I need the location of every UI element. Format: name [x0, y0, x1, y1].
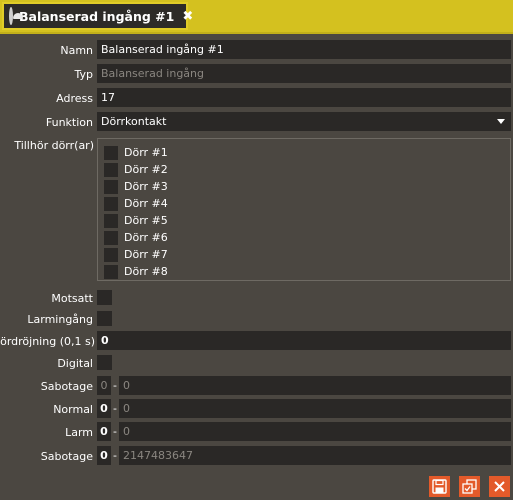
- door-checkbox[interactable]: [104, 264, 118, 279]
- funktion-label: Funktion: [45, 116, 93, 129]
- namn-label: Namn: [60, 44, 93, 57]
- eye-icon: [9, 7, 23, 25]
- door-label: Dörr #4: [124, 197, 168, 210]
- door-label: Dörr #3: [124, 180, 168, 193]
- door-item[interactable]: Dörr #2: [104, 162, 168, 177]
- door-label: Dörr #7: [124, 248, 168, 261]
- fordrojning-label: Fördröjning (0,1 s): [0, 335, 95, 348]
- larmingang-checkbox[interactable]: [97, 311, 112, 326]
- close-icon: [494, 481, 505, 492]
- door-label: Dörr #2: [124, 163, 168, 176]
- range-to-field[interactable]: 0: [119, 376, 511, 395]
- adress-field[interactable]: 17: [97, 88, 511, 107]
- range-from-field[interactable]: 0: [97, 422, 111, 441]
- tab-bar-underline: [0, 32, 513, 34]
- door-label: Dörr #5: [124, 214, 168, 227]
- range-label-normal: Normal: [53, 403, 93, 416]
- door-checkbox[interactable]: [104, 213, 118, 228]
- save-button[interactable]: [429, 476, 450, 497]
- typ-label: Typ: [74, 68, 94, 81]
- tab-title: Balanserad ingång #1: [19, 8, 175, 24]
- copy-icon: [462, 479, 477, 494]
- digital-checkbox[interactable]: [97, 355, 112, 370]
- larmingang-label: Larmingång: [27, 313, 93, 326]
- door-checkbox[interactable]: [104, 145, 118, 160]
- range-from-field[interactable]: 0: [97, 376, 111, 395]
- door-checkbox[interactable]: [104, 162, 118, 177]
- door-checkbox[interactable]: [104, 196, 118, 211]
- range-from-field[interactable]: 0: [97, 399, 111, 418]
- digital-label: Digital: [57, 357, 93, 370]
- copy-button[interactable]: [459, 476, 480, 497]
- chevron-down-icon[interactable]: [497, 119, 505, 124]
- tillhor-label: Tillhör dörr(ar): [14, 139, 94, 152]
- motsatt-checkbox[interactable]: [97, 290, 112, 305]
- door-item[interactable]: Dörr #1: [104, 145, 168, 160]
- typ-field: Balanserad ingång: [97, 64, 511, 83]
- range-to-field[interactable]: 2147483647: [119, 446, 511, 465]
- door-item[interactable]: Dörr #3: [104, 179, 168, 194]
- door-label: Dörr #8: [124, 265, 168, 278]
- door-item[interactable]: Dörr #7: [104, 247, 168, 262]
- range-dash: -: [113, 449, 117, 462]
- funktion-select[interactable]: Dörrkontakt: [97, 112, 511, 131]
- range-label-larm: Larm: [65, 426, 93, 439]
- range-dash: -: [113, 379, 117, 392]
- namn-field[interactable]: Balanserad ingång #1: [97, 40, 511, 59]
- tab-balanced-input[interactable]: Balanserad ingång #1 ✖: [2, 2, 193, 30]
- range-from-field[interactable]: 0: [97, 446, 111, 465]
- close-button[interactable]: [489, 476, 510, 497]
- funktion-value: Dörrkontakt: [101, 115, 167, 128]
- door-label: Dörr #6: [124, 231, 168, 244]
- tab-close-icon[interactable]: ✖: [182, 9, 193, 24]
- fordrojning-field[interactable]: 0: [97, 331, 511, 350]
- range-dash: -: [113, 425, 117, 438]
- door-label: Dörr #1: [124, 146, 168, 159]
- door-checkbox[interactable]: [104, 230, 118, 245]
- motsatt-label: Motsatt: [51, 292, 93, 305]
- door-item[interactable]: Dörr #4: [104, 196, 168, 211]
- range-to-field[interactable]: 0: [119, 422, 511, 441]
- door-checkbox[interactable]: [104, 179, 118, 194]
- door-item[interactable]: Dörr #8: [104, 264, 168, 279]
- range-to-field[interactable]: 0: [119, 399, 511, 418]
- range-label-sabotage-high: Sabotage: [40, 450, 93, 463]
- door-item[interactable]: Dörr #5: [104, 213, 168, 228]
- adress-label: Adress: [56, 92, 93, 105]
- door-item[interactable]: Dörr #6: [104, 230, 168, 245]
- save-icon: [432, 479, 447, 494]
- range-dash: -: [113, 402, 117, 415]
- range-label-sabotage-low: Sabotage: [40, 380, 93, 393]
- door-list: Dörr #1 Dörr #2 Dörr #3 Dörr #4 Dörr #5 …: [97, 138, 511, 281]
- door-checkbox[interactable]: [104, 247, 118, 262]
